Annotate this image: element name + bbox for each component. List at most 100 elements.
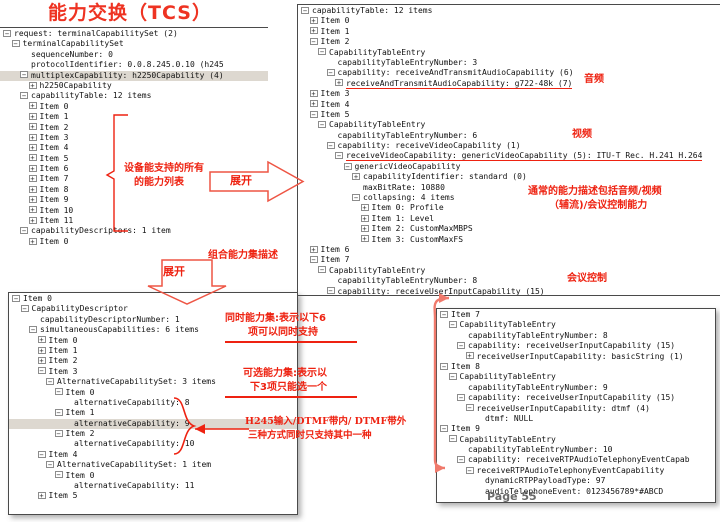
collapse-minus-icon[interactable]: −	[20, 227, 28, 235]
tree-row[interactable]: − capability: receiveUserInputCapability …	[437, 393, 715, 403]
expand-plus-icon[interactable]: +	[28, 195, 37, 203]
tree-row[interactable]: sequenceNumber: 0	[0, 50, 268, 60]
collapse-minus-icon[interactable]: −	[457, 393, 465, 401]
tree-row[interactable]: − capabilityTable: 12 items	[298, 6, 720, 16]
expand-plus-icon[interactable]: +	[360, 204, 369, 212]
tree-row[interactable]: + Item 3: CustomMaxFS	[298, 235, 720, 245]
tree-row[interactable]: − Item 9	[437, 424, 715, 434]
tree-row[interactable]: − Item 2	[298, 37, 720, 47]
collapse-minus-icon[interactable]: −	[318, 266, 326, 274]
tree-row[interactable]: + Item 5	[9, 491, 297, 501]
expand-plus-icon[interactable]: +	[28, 164, 37, 172]
tree-row[interactable]: − capability: receiveAndTransmitAudioCapa…	[298, 68, 720, 78]
tree-row[interactable]: − request: terminalCapabilitySet (2)	[0, 29, 268, 39]
collapse-minus-icon[interactable]: −	[54, 388, 63, 396]
expand-plus-icon[interactable]: +	[28, 154, 37, 162]
expand-plus-icon[interactable]: +	[309, 100, 318, 108]
expand-plus-icon[interactable]: +	[28, 123, 37, 131]
tree-row[interactable]: dtmf: NULL	[437, 414, 715, 424]
collapse-minus-icon[interactable]: −	[343, 162, 352, 170]
collapse-minus-icon[interactable]: −	[465, 466, 474, 474]
tree-row[interactable]: − Item 7	[298, 255, 720, 265]
tree-row[interactable]: − CapabilityTableEntry	[437, 320, 715, 330]
collapse-minus-icon[interactable]: −	[301, 6, 309, 14]
tree-row[interactable]: − capability: receiveVideoCapability (1)	[298, 141, 720, 151]
tree-row[interactable]: + Item 1	[9, 346, 297, 356]
tree-row[interactable]: − Item 4	[9, 450, 297, 460]
tree-row[interactable]: − capability: receiveRTPAudioTelephonyEve…	[437, 455, 715, 465]
collapse-minus-icon[interactable]: −	[352, 193, 360, 201]
expand-plus-icon[interactable]: +	[28, 81, 37, 89]
collapse-minus-icon[interactable]: −	[326, 141, 335, 149]
collapse-minus-icon[interactable]: −	[20, 71, 28, 79]
expand-plus-icon[interactable]: +	[465, 352, 474, 360]
expand-plus-icon[interactable]: +	[28, 237, 37, 245]
collapse-minus-icon[interactable]: −	[20, 92, 28, 100]
expand-plus-icon[interactable]: +	[360, 214, 369, 222]
tree-row[interactable]: + h2250Capability	[0, 81, 268, 91]
collapse-minus-icon[interactable]: −	[318, 121, 326, 129]
tree-row[interactable]: dynamicRTPPayloadType: 97	[437, 476, 715, 486]
tree-capability-table[interactable]: − capabilityTable: 12 items + Item 0 + Item 1…	[298, 5, 720, 295]
collapse-minus-icon[interactable]: −	[54, 471, 63, 479]
collapse-minus-icon[interactable]: −	[309, 110, 318, 118]
tree-row[interactable]: − Item 7	[437, 310, 715, 320]
tree-row[interactable]: + receiveUserInputCapability: basicString…	[437, 352, 715, 362]
collapse-minus-icon[interactable]: −	[326, 69, 335, 77]
expand-plus-icon[interactable]: +	[360, 235, 369, 243]
expand-plus-icon[interactable]: +	[28, 206, 37, 214]
expand-plus-icon[interactable]: +	[335, 79, 343, 87]
expand-plus-icon[interactable]: +	[37, 336, 46, 344]
collapse-minus-icon[interactable]: −	[3, 29, 11, 37]
tree-row[interactable]: − terminalCapabilitySet	[0, 39, 268, 49]
tree-row[interactable]: − CapabilityTableEntry	[298, 48, 720, 58]
tree-user-input-capability[interactable]: − Item 7− CapabilityTableEntry capabilityTa…	[437, 309, 715, 497]
expand-plus-icon[interactable]: +	[37, 492, 46, 500]
tree-row[interactable]: capabilityTableEntryNumber: 8	[298, 276, 720, 286]
collapse-minus-icon[interactable]: −	[54, 429, 63, 437]
tree-row[interactable]: + Item 6	[298, 245, 720, 255]
tree-row[interactable]: − CapabilityTableEntry	[298, 120, 720, 130]
collapse-minus-icon[interactable]: −	[318, 48, 326, 56]
tree-row[interactable]: − capability: receiveUserInputCapability …	[437, 341, 715, 351]
collapse-minus-icon[interactable]: −	[457, 456, 465, 464]
tree-row[interactable]: audioTelephoneEvent: 0123456789*#ABCD	[437, 487, 715, 497]
collapse-minus-icon[interactable]: −	[11, 40, 20, 48]
expand-plus-icon[interactable]: +	[28, 133, 37, 141]
tree-row[interactable]: + Item 3	[298, 89, 720, 99]
expand-plus-icon[interactable]: +	[37, 346, 46, 354]
expand-plus-icon[interactable]: +	[37, 357, 46, 365]
tree-row[interactable]: − capabilityTable: 12 items	[0, 91, 268, 101]
collapse-minus-icon[interactable]: −	[309, 37, 318, 45]
expand-plus-icon[interactable]: +	[28, 185, 37, 193]
tree-row[interactable]: − receiveUserInputCapability: dtmf (4)	[437, 404, 715, 414]
collapse-minus-icon[interactable]: −	[20, 305, 29, 313]
tree-row[interactable]: − CapabilityTableEntry	[437, 435, 715, 445]
expand-plus-icon[interactable]: +	[28, 112, 37, 120]
tree-row[interactable]: capabilityTableEntryNumber: 8	[437, 331, 715, 341]
collapse-minus-icon[interactable]: −	[37, 450, 46, 458]
tree-row[interactable]: + Item 2: CustomMaxMBPS	[298, 224, 720, 234]
tree-row[interactable]: − Item 5	[298, 110, 720, 120]
tree-row[interactable]: + Item 0	[0, 237, 268, 247]
expand-plus-icon[interactable]: +	[28, 216, 37, 224]
tree-row[interactable]: alternativeCapability: 11	[9, 481, 297, 491]
tree-row[interactable]: capabilityTableEntryNumber: 3	[298, 58, 720, 68]
collapse-minus-icon[interactable]: −	[335, 152, 343, 160]
tree-row[interactable]: + capabilityIdentifier: standard (0)	[298, 172, 720, 182]
expand-plus-icon[interactable]: +	[28, 102, 37, 110]
tree-row[interactable]: + Item 1	[298, 27, 720, 37]
tree-row[interactable]: + Item 4	[298, 100, 720, 110]
tree-row[interactable]: − Item 8	[437, 362, 715, 372]
expand-plus-icon[interactable]: +	[360, 224, 369, 232]
tree-row[interactable]: − genericVideoCapability	[298, 162, 720, 172]
tree-row[interactable]: − receiveRTPAudioTelephonyEventCapability	[437, 466, 715, 476]
tree-row[interactable]: − capability: receiveUserInputCapability …	[298, 287, 720, 295]
expand-plus-icon[interactable]: +	[28, 175, 37, 183]
tree-row[interactable]: + Item 0	[298, 16, 720, 26]
tree-row[interactable]: − Item 0	[9, 471, 297, 481]
tree-row[interactable]: capabilityTableEntryNumber: 10	[437, 445, 715, 455]
collapse-minus-icon[interactable]: −	[12, 294, 20, 302]
tree-row[interactable]: + receiveAndTransmitAudioCapability: g722…	[298, 78, 720, 89]
tree-row[interactable]: + Item 2	[9, 356, 297, 366]
